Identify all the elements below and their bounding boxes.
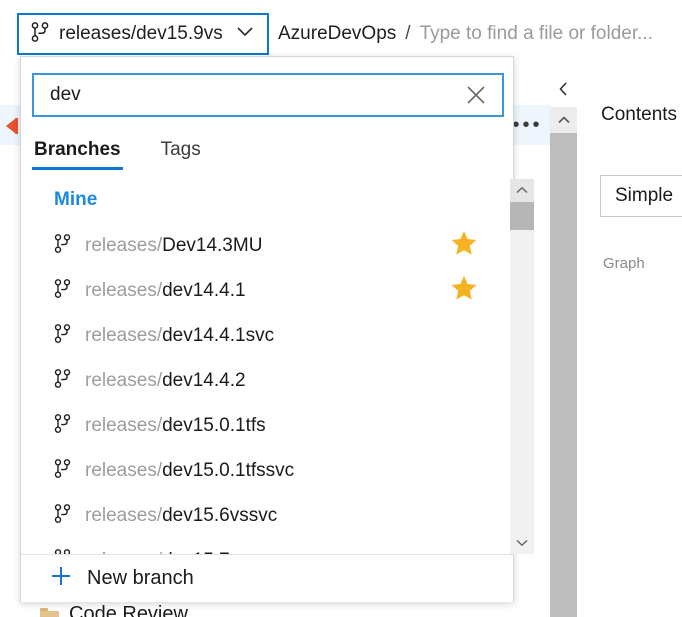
right-contents-panel <box>578 60 682 617</box>
chevron-up-icon <box>556 115 572 126</box>
caret-bar-icon <box>15 118 18 134</box>
branch-list-item-label: releases/dev14.4.2 <box>85 370 478 392</box>
git-branch-icon <box>54 233 71 259</box>
branch-list-item-label: releases/dev14.4.1 <box>85 280 450 302</box>
breadcrumb: AzureDevOps / Type to find a file or fol… <box>278 23 653 45</box>
branch-name-match: dev15.6vssvc <box>162 504 278 526</box>
branch-name-match: dev14.4.1svc <box>162 324 275 346</box>
git-branch-icon <box>54 458 71 484</box>
branch-prefix: releases/ <box>85 459 163 481</box>
branch-list-item[interactable]: releases/dev14.4.1svc <box>22 313 492 358</box>
branch-name-match: Dev14.3MU <box>162 234 263 256</box>
branch-list-area: Mine releases/Dev14.3MU releases/dev14.4.… <box>22 179 514 554</box>
chevron-left-icon <box>558 81 569 97</box>
git-branch-icon <box>54 323 71 349</box>
breadcrumb-repo-link[interactable]: AzureDevOps <box>278 23 396 45</box>
branch-prefix: releases/ <box>85 324 163 346</box>
new-branch-button[interactable]: New branch <box>21 555 513 602</box>
clear-search-button[interactable] <box>450 75 502 115</box>
simple-view-button[interactable]: Simple <box>600 175 682 217</box>
branch-prefix: releases/ <box>85 279 163 301</box>
branch-name-match: dev15.0.1tfssvc <box>162 459 295 481</box>
screen-root: Contents Simple Graph ••• Code Review re… <box>0 0 682 617</box>
branch-selector-label: releases/dev15.9vs <box>59 23 223 44</box>
collapse-panel-button[interactable] <box>550 75 577 103</box>
dropdown-tabs: Branches Tags <box>32 133 239 170</box>
branch-search-input[interactable] <box>34 75 450 115</box>
chevron-down-icon <box>515 534 529 552</box>
plus-icon <box>50 565 72 592</box>
breadcrumb-separator: / <box>405 23 411 44</box>
chevron-down-icon <box>235 25 255 43</box>
branch-prefix: releases/ <box>85 369 163 391</box>
favorite-star-icon[interactable] <box>450 274 478 307</box>
branch-list: releases/Dev14.3MU releases/dev14.4.1 rele… <box>22 223 492 554</box>
branch-selector-button[interactable]: releases/dev15.9vs <box>17 13 269 55</box>
git-branch-icon <box>54 503 71 529</box>
branch-picker-dropdown: Branches Tags Mine releases/Dev14.3MUrel… <box>20 56 534 602</box>
branch-list-item-label: releases/dev15.0.1tfssvc <box>85 460 478 482</box>
tab-branches-label: Branches <box>34 139 121 160</box>
branch-list-item[interactable]: releases/dev15.6vssvc <box>22 493 492 538</box>
branch-list-scroll-up-button[interactable] <box>510 179 534 202</box>
ellipsis-icon: ••• <box>512 114 543 136</box>
branch-group-header: Mine <box>54 189 98 210</box>
scroll-up-button[interactable] <box>550 107 577 133</box>
edit-caret-marker <box>6 118 20 134</box>
branch-list-scrollbar[interactable] <box>510 179 534 554</box>
favorite-star-icon[interactable] <box>450 229 478 262</box>
branch-list-item[interactable]: releases/dev14.4.1 <box>22 268 492 313</box>
branch-name-match: dev15.0.1tfs <box>162 414 266 436</box>
background-filler <box>0 145 20 165</box>
close-icon <box>467 86 485 104</box>
branch-search-box[interactable] <box>32 73 504 117</box>
git-branch-icon <box>31 21 49 48</box>
branch-list-item-label: releases/dev15.0.1tfs <box>85 415 478 437</box>
simple-view-button-label: Simple <box>615 185 674 206</box>
tab-tags[interactable]: Tags <box>159 133 203 170</box>
caret-triangle-icon <box>6 119 15 133</box>
scrollbar-thumb[interactable] <box>550 133 577 617</box>
git-branch-icon <box>54 413 71 439</box>
branch-name-match: dev14.4.1 <box>162 279 246 301</box>
file-search-placeholder[interactable]: Type to find a file or folder... <box>420 23 653 45</box>
branch-list-item[interactable]: releases/dev15.7 <box>22 538 492 554</box>
branch-list-item-label: releases/dev15.6vssvc <box>85 505 478 527</box>
branch-list-item[interactable]: releases/dev15.0.1tfssvc <box>22 448 492 493</box>
chevron-up-icon <box>515 182 529 200</box>
branch-name-match: dev14.4.2 <box>162 369 246 391</box>
git-branch-icon <box>54 368 71 394</box>
branch-list-item-label: releases/dev14.4.1svc <box>85 325 478 347</box>
branch-list-item[interactable]: releases/Dev14.3MU <box>22 223 492 268</box>
branch-list-item[interactable]: releases/dev14.4.2 <box>22 358 492 403</box>
tab-tags-label: Tags <box>160 139 201 160</box>
branch-list-scrollbar-thumb[interactable] <box>510 202 534 230</box>
branch-prefix: releases/ <box>85 414 163 436</box>
folder-icon <box>40 607 59 617</box>
tab-branches[interactable]: Branches <box>32 133 123 170</box>
graph-column-label: Graph <box>603 255 645 272</box>
branch-prefix: releases/ <box>85 504 163 526</box>
folder-list-item-label: Code Review <box>69 603 188 617</box>
branch-list-scroll-down-button[interactable] <box>510 531 534 554</box>
new-branch-label: New branch <box>87 567 194 589</box>
branch-list-item[interactable]: releases/dev15.0.1tfs <box>22 403 492 448</box>
git-branch-icon <box>54 278 71 304</box>
contents-heading: Contents <box>601 104 678 125</box>
branch-prefix: releases/ <box>85 234 163 256</box>
folder-list-item[interactable]: Code Review <box>40 603 188 617</box>
branch-list-item-label: releases/Dev14.3MU <box>85 235 450 257</box>
page-scrollbar[interactable] <box>550 107 577 617</box>
